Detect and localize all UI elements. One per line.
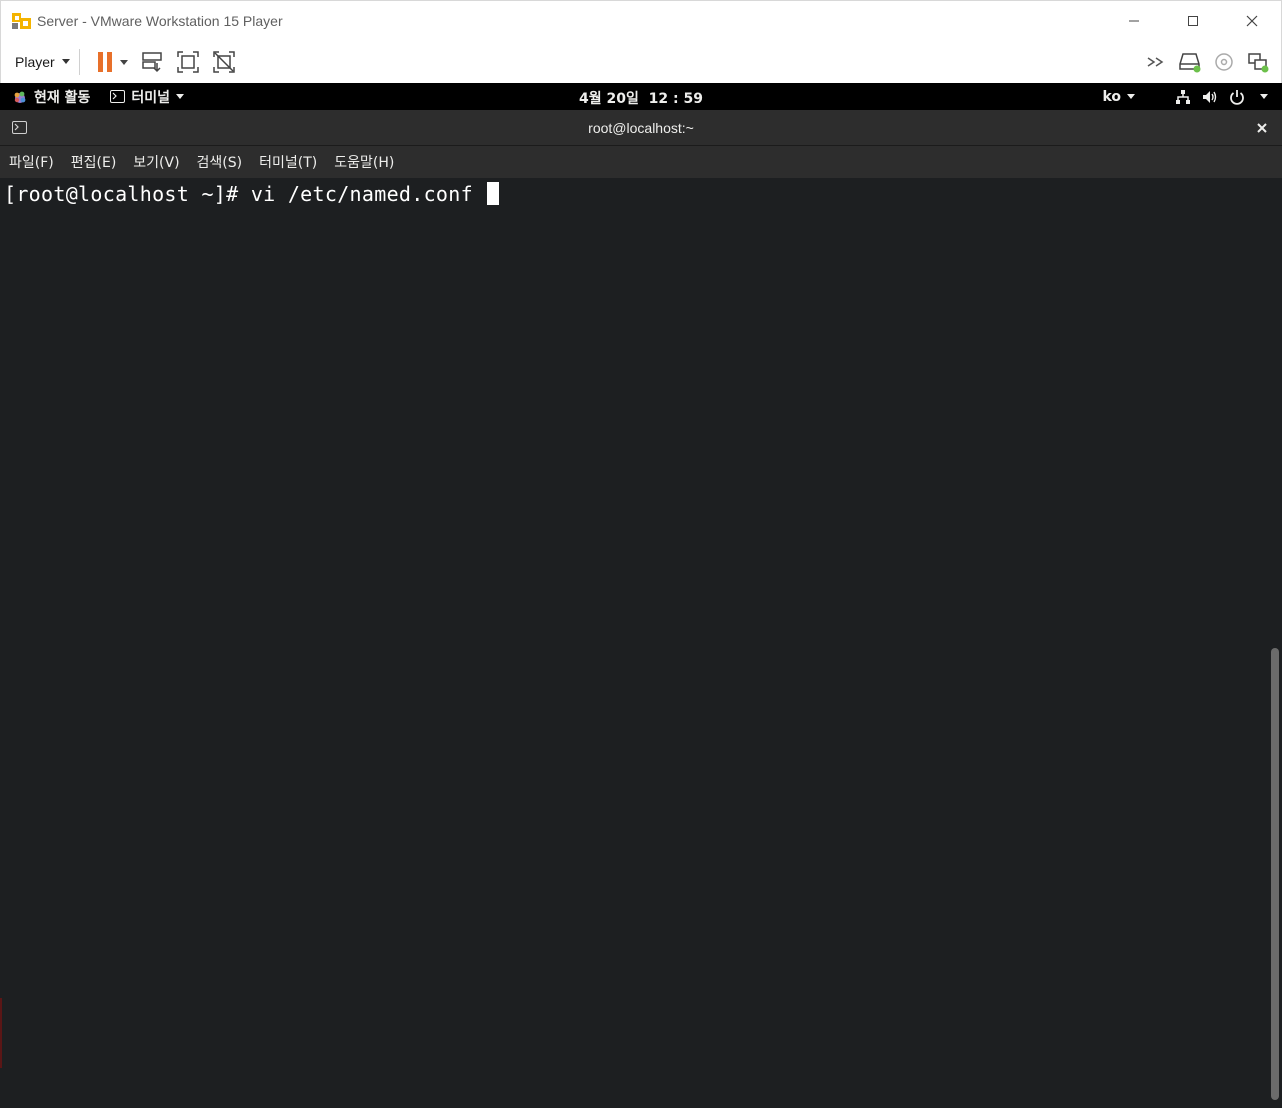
input-language-button[interactable]: ko [1102,89,1135,105]
fullscreen-button[interactable] [170,47,206,77]
cd-dvd-button[interactable] [1207,47,1241,77]
menu-edit[interactable]: 편집(E) [65,148,123,176]
terminal-body[interactable]: [root@localhost ~]# vi /etc/named.conf [0,178,1282,1108]
network-adapter-button[interactable] [1241,47,1275,77]
maximize-button[interactable] [1163,1,1222,41]
menu-file[interactable]: 파일(F) [3,148,60,176]
system-tray: ko [1102,88,1268,106]
send-ctrl-alt-del-button[interactable] [134,47,170,77]
player-menu-button[interactable]: Player [15,47,70,77]
unity-icon [212,50,235,73]
network-adapter-icon [1248,52,1269,72]
terminal-title-bar: root@localhost:~ [0,110,1282,146]
toolbar-divider [78,48,80,75]
terminal-icon [110,90,126,103]
player-menu-label: Player [15,53,55,70]
activities-label: 현재 활동 [34,89,91,106]
menu-view[interactable]: 보기(V) [127,148,185,176]
system-menu-chevron-icon[interactable] [1260,94,1268,99]
menu-help[interactable]: 도움말(H) [328,148,400,176]
maximize-icon [1187,15,1198,26]
network-wired-icon[interactable] [1174,88,1192,106]
clock-button[interactable]: 4월 20일 12 : 59 [579,91,703,107]
terminal-window-icon[interactable] [12,121,27,134]
app-menu-label: 터미널 [131,89,171,106]
terminal-menubar: 파일(F) 편집(E) 보기(V) 검색(S) 터미널(T) 도움말(H) [0,146,1282,178]
power-icon[interactable] [1228,88,1246,106]
terminal-scrollbar[interactable] [1271,648,1279,1100]
unity-button[interactable] [206,47,242,77]
send-ctrl-alt-del-icon [141,51,162,72]
volume-icon[interactable] [1201,88,1219,106]
minimize-button[interactable] [1104,1,1163,41]
menu-terminal[interactable]: 터미널(T) [253,148,323,176]
chevron-down-icon [176,94,185,99]
edge-artifact [0,998,2,1068]
terminal-title: root@localhost:~ [588,120,694,136]
close-button[interactable] [1222,1,1281,41]
hard-disk-button[interactable] [1173,47,1207,77]
minimize-icon [1128,20,1139,21]
window-title: Server - VMware Workstation 15 Player [37,12,283,29]
app-menu-button[interactable]: 터미널 [110,87,185,107]
text-cursor [487,182,500,205]
close-icon [1246,15,1257,26]
chevron-down-icon [1127,94,1135,99]
terminal-close-button[interactable] [1252,118,1272,138]
language-label: ko [1102,88,1121,105]
vmware-logo-icon [11,10,33,32]
close-icon [1257,123,1267,133]
more-chevron-icon [1147,56,1164,67]
clock-container: 4월 20일 12 : 59 [0,88,1282,108]
gnome-foot-icon [14,91,26,103]
gnome-top-bar: 현재 활동 터미널 4월 20일 12 : 59 ko [0,83,1282,110]
vmware-toolbar: Player [0,40,1282,83]
vmware-title-bar: Server - VMware Workstation 15 Player [0,0,1282,40]
chevron-down-icon [61,59,70,64]
pause-icon [97,51,128,72]
terminal-prompt-line: [root@localhost ~]# vi /etc/named.conf [4,182,500,206]
guest-display[interactable]: 현재 활동 터미널 4월 20일 12 : 59 ko root@localho… [0,83,1282,1108]
menu-search[interactable]: 검색(S) [191,148,249,176]
cd-dvd-icon [1215,52,1233,71]
more-devices-button[interactable] [1139,47,1173,77]
pause-button[interactable] [92,47,134,77]
activities-button[interactable]: 현재 활동 [12,87,90,107]
hard-disk-icon [1179,52,1201,72]
command-text: [root@localhost ~]# vi /etc/named.conf [4,182,486,206]
fullscreen-icon [176,50,199,73]
